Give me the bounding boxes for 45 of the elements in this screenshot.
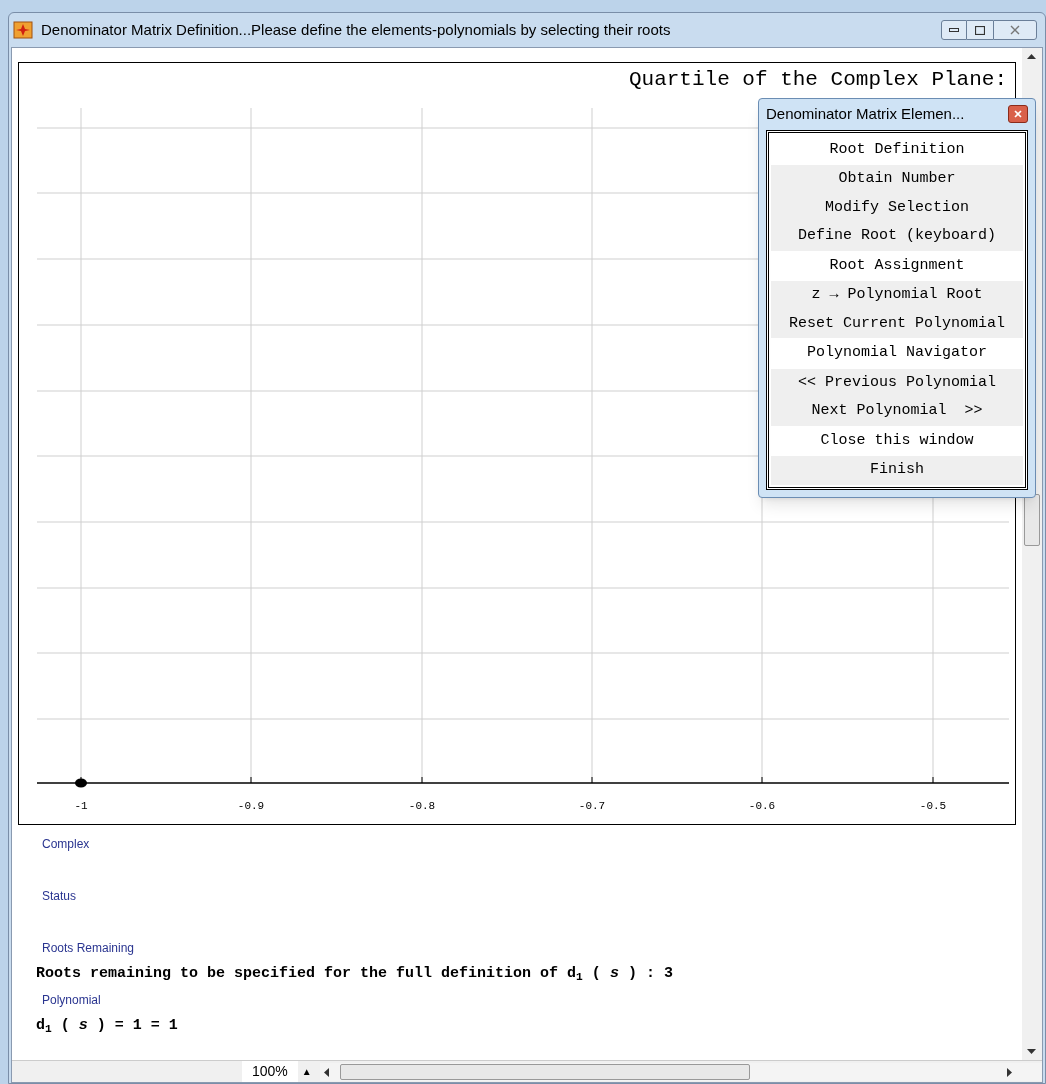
close-button[interactable]	[1008, 105, 1028, 124]
scrollbar-thumb[interactable]	[339, 1063, 750, 1080]
app-icon	[13, 21, 33, 39]
minimize-icon	[949, 28, 959, 32]
palette-button[interactable]: Next Polynomial >>	[771, 397, 1023, 426]
palette-title: Denominator Matrix Elemen...	[766, 104, 965, 124]
field-label: Status	[41, 888, 78, 905]
section-heading: Polynomial Navigator	[806, 343, 988, 363]
palette-button[interactable]: << Previous Polynomial	[771, 368, 1023, 397]
field-value: Roots remaining to be specified for the full definition of d$_{1}$ ( s ) : 3	[35, 964, 674, 985]
scroll-down-icon	[1027, 1049, 1036, 1054]
section-heading: Close this window	[819, 430, 975, 451]
zoom-menu-arrow[interactable]: ▲	[297, 1064, 316, 1079]
scroll-up-icon	[1027, 54, 1036, 59]
scrollbar-thumb[interactable]	[1024, 494, 1040, 546]
palette-button[interactable]: Finish	[771, 456, 1023, 485]
palette-button[interactable]: Define Root (keyboard)	[771, 222, 1023, 251]
section-heading: Root Assignment	[828, 255, 966, 276]
horizontal-scrollbar[interactable]	[319, 1062, 1042, 1081]
palette-button[interactable]: Modify Selection	[771, 193, 1023, 222]
minimize-button[interactable]	[941, 20, 967, 40]
field-label: Polynomial	[41, 992, 102, 1009]
palette-button[interactable]: z → Polynomial Root	[771, 281, 1023, 310]
window-title: Denominator Matrix Definition...Please define the elements-polynomials by selecting their roots	[41, 19, 671, 40]
axis-tick-label: -0.9	[237, 801, 265, 812]
field-label: Complex	[41, 836, 91, 853]
palette-button[interactable]: Obtain Number	[771, 165, 1023, 194]
axis-tick-label: -0.6	[748, 801, 776, 812]
section-heading: Root Definition	[828, 139, 966, 160]
scroll-right-icon	[1007, 1067, 1012, 1077]
root-point	[74, 778, 88, 788]
maximize-icon	[975, 25, 985, 35]
field-label: Roots Remaining	[41, 940, 136, 957]
zoom-level[interactable]: 100%	[242, 1061, 298, 1082]
close-icon	[1010, 25, 1020, 35]
axis-tick-label: -0.8	[408, 801, 436, 812]
close-icon	[1014, 110, 1022, 119]
scroll-left-icon	[323, 1067, 329, 1077]
axis-tick-label: -1	[74, 801, 88, 812]
maximize-button[interactable]	[967, 20, 993, 40]
palette-button[interactable]: Reset Current Polynomial	[771, 309, 1023, 338]
plot-title: Quartile of the Complex Plane:	[628, 69, 1007, 90]
axis-tick-label: -0.7	[578, 801, 606, 812]
axis-tick-label: -0.5	[919, 801, 947, 812]
field-value: d$_{1}$ ( s ) = 1 = 1	[35, 1016, 179, 1037]
